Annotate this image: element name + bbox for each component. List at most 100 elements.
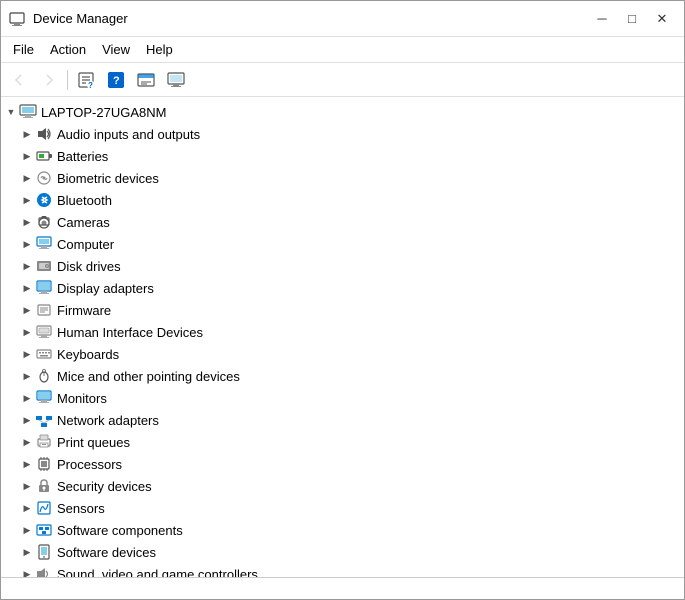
disk-icon — [35, 257, 53, 275]
tree-row-biometric[interactable]: ▶ Biometric devices — [1, 167, 684, 189]
biometric-expand[interactable]: ▶ — [19, 167, 35, 189]
monitors-icon — [35, 389, 53, 407]
sw-devices-label: Software devices — [57, 545, 156, 560]
status-bar — [1, 577, 684, 599]
tree-row-bluetooth[interactable]: ▶ Bluetooth — [1, 189, 684, 211]
monitor-view-button[interactable] — [162, 67, 190, 93]
hid-expand[interactable]: ▶ — [19, 321, 35, 343]
tree-row-security[interactable]: ▶ Security devices — [1, 475, 684, 497]
cameras-label: Cameras — [57, 215, 110, 230]
tree-row-sensors[interactable]: ▶ Sensors — [1, 497, 684, 519]
tree-row-disk[interactable]: ▶ Disk drives — [1, 255, 684, 277]
forward-button[interactable] — [35, 67, 63, 93]
tree-row-keyboards[interactable]: ▶ Keyboards — [1, 343, 684, 365]
biometric-icon — [35, 169, 53, 187]
computer-expand[interactable]: ▶ — [19, 233, 35, 255]
firmware-expand[interactable]: ▶ — [19, 299, 35, 321]
sound-icon — [35, 565, 53, 577]
processors-expand[interactable]: ▶ — [19, 453, 35, 475]
audio-expand[interactable]: ▶ — [19, 123, 35, 145]
mice-icon — [35, 367, 53, 385]
bluetooth-expand[interactable]: ▶ — [19, 189, 35, 211]
tree-row-cameras[interactable]: ▶ Cameras — [1, 211, 684, 233]
security-label: Security devices — [57, 479, 152, 494]
security-icon — [35, 477, 53, 495]
processors-icon — [35, 455, 53, 473]
network-icon — [35, 411, 53, 429]
tree-row-sw-devices[interactable]: ▶ Software devices — [1, 541, 684, 563]
monitors-expand[interactable]: ▶ — [19, 387, 35, 409]
sensors-expand[interactable]: ▶ — [19, 497, 35, 519]
biometric-label: Biometric devices — [57, 171, 159, 186]
toolbar-sep-1 — [67, 70, 68, 90]
tree-row-print[interactable]: ▶ Print queues — [1, 431, 684, 453]
keyboards-expand[interactable]: ▶ — [19, 343, 35, 365]
tree-root-row[interactable]: ▼ LAPTOP-27UGA8NM — [1, 101, 684, 123]
batteries-label: Batteries — [57, 149, 108, 164]
device-tree[interactable]: ▼ LAPTOP-27UGA8NM ▶ — [1, 97, 684, 577]
tree-row-batteries[interactable]: ▶ Batteries — [1, 145, 684, 167]
sw-components-icon — [35, 521, 53, 539]
mice-label: Mice and other pointing devices — [57, 369, 240, 384]
menu-view[interactable]: View — [94, 39, 138, 61]
display-icon — [35, 279, 53, 297]
sw-components-label: Software components — [57, 523, 183, 538]
tree-row-monitors[interactable]: ▶ Monitors — [1, 387, 684, 409]
network-label: Network adapters — [57, 413, 159, 428]
hid-icon — [35, 323, 53, 341]
print-expand[interactable]: ▶ — [19, 431, 35, 453]
cameras-icon — [35, 213, 53, 231]
main-window: Device Manager ─ □ ✕ File Action View He… — [0, 0, 685, 600]
monitors-label: Monitors — [57, 391, 107, 406]
sound-label: Sound, video and game controllers — [57, 567, 258, 578]
root-expand-arrow[interactable]: ▼ — [3, 101, 19, 123]
svg-text:?: ? — [88, 81, 93, 89]
tree-row-computer[interactable]: ▶ Computer — [1, 233, 684, 255]
app-icon — [9, 11, 25, 27]
tree-row-processors[interactable]: ▶ Processors — [1, 453, 684, 475]
properties-button[interactable]: ? — [72, 67, 100, 93]
firmware-label: Firmware — [57, 303, 111, 318]
audio-label: Audio inputs and outputs — [57, 127, 200, 142]
batteries-expand[interactable]: ▶ — [19, 145, 35, 167]
disk-expand[interactable]: ▶ — [19, 255, 35, 277]
menu-bar: File Action View Help — [1, 37, 684, 63]
tree-row-mice[interactable]: ▶ Mice and other pointing devices — [1, 365, 684, 387]
sensors-label: Sensors — [57, 501, 105, 516]
tree-row-sound[interactable]: ▶ Sound, video and game controllers — [1, 563, 684, 577]
sw-devices-expand[interactable]: ▶ — [19, 541, 35, 563]
tree-row-hid[interactable]: ▶ Human Interface Devices — [1, 321, 684, 343]
processors-label: Processors — [57, 457, 122, 472]
tree-row-firmware[interactable]: ▶ Firmware — [1, 299, 684, 321]
menu-help[interactable]: Help — [138, 39, 181, 61]
mice-expand[interactable]: ▶ — [19, 365, 35, 387]
display-expand[interactable]: ▶ — [19, 277, 35, 299]
maximize-button[interactable]: □ — [618, 6, 646, 32]
sensors-icon — [35, 499, 53, 517]
menu-file[interactable]: File — [5, 39, 42, 61]
tree-row-network[interactable]: ▶ Network adapters — [1, 409, 684, 431]
tree-row-display[interactable]: ▶ Display adapters — [1, 277, 684, 299]
audio-icon — [35, 125, 53, 143]
cameras-expand[interactable]: ▶ — [19, 211, 35, 233]
keyboards-label: Keyboards — [57, 347, 119, 362]
window-controls: ─ □ ✕ — [588, 6, 676, 32]
tree-row-sw-components[interactable]: ▶ Software components — [1, 519, 684, 541]
update-button[interactable] — [132, 67, 160, 93]
minimize-button[interactable]: ─ — [588, 6, 616, 32]
security-expand[interactable]: ▶ — [19, 475, 35, 497]
root-label: LAPTOP-27UGA8NM — [41, 105, 166, 120]
computer-icon — [35, 235, 53, 253]
svg-text:?: ? — [113, 75, 120, 87]
help-button[interactable]: ? — [102, 67, 130, 93]
close-button[interactable]: ✕ — [648, 6, 676, 32]
tree-row-audio[interactable]: ▶ Audio inputs and outputs — [1, 123, 684, 145]
computer-label: Computer — [57, 237, 114, 252]
sw-components-expand[interactable]: ▶ — [19, 519, 35, 541]
sound-expand[interactable]: ▶ — [19, 563, 35, 577]
menu-action[interactable]: Action — [42, 39, 94, 61]
back-button[interactable] — [5, 67, 33, 93]
keyboards-icon — [35, 345, 53, 363]
network-expand[interactable]: ▶ — [19, 409, 35, 431]
main-content: ▼ LAPTOP-27UGA8NM ▶ — [1, 97, 684, 577]
